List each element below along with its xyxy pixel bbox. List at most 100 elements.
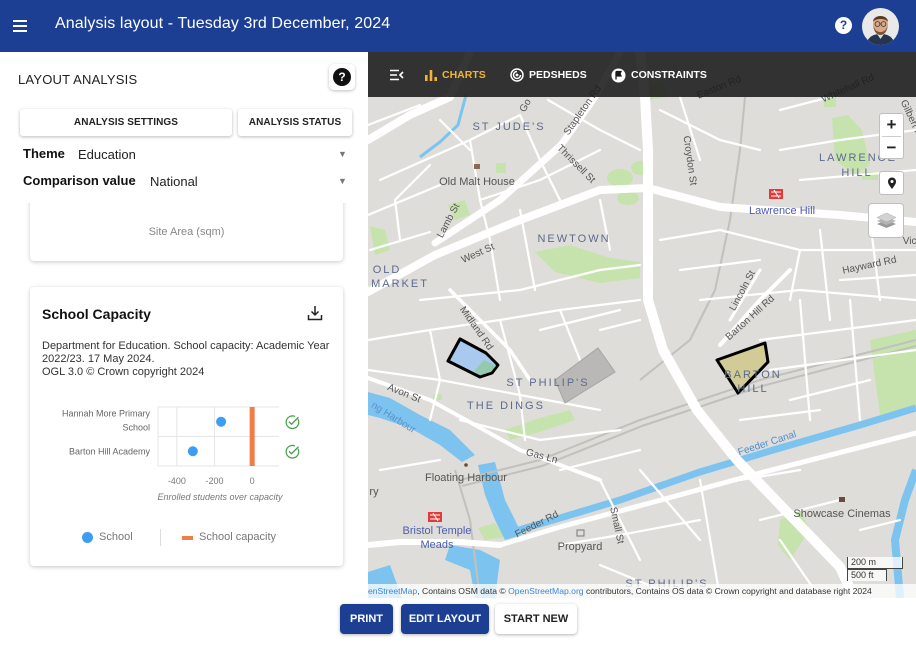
legend-label: School	[99, 531, 133, 543]
map-label: ST PHILIP'S	[506, 377, 589, 389]
tick-label: 0	[250, 476, 255, 486]
data-point	[187, 446, 198, 457]
attribution-text: contributors, Contains OS data © Crown c…	[583, 586, 872, 596]
map-label: Meads	[420, 539, 454, 551]
map-label: NEWTOWN	[537, 233, 610, 245]
comparison-value: National	[150, 174, 198, 189]
map-label: HILL	[737, 383, 768, 395]
license-text: OGL 3.0 © Crown copyright 2024	[42, 366, 205, 378]
zoom-out-button[interactable]: −	[880, 137, 903, 158]
download-icon[interactable]	[307, 305, 323, 321]
panel-help-button[interactable]: ?	[329, 64, 355, 90]
map-label: Floating Harbour	[425, 472, 507, 484]
train-station-icon	[428, 512, 442, 522]
map-label: OLD	[373, 264, 402, 276]
tab-constraints[interactable]: CONSTRAINTS	[611, 66, 707, 84]
map-toolbar: CHARTS PEDSHEDS CONSTRAINTS	[368, 52, 916, 97]
x-axis-label: Enrolled students over capacity	[157, 492, 283, 502]
map-label: ST JUDE'S	[472, 121, 545, 133]
menu-icon[interactable]	[13, 17, 29, 33]
map-label: ry	[369, 486, 379, 498]
card-title: School Capacity	[42, 306, 151, 322]
map-label: MARKET	[371, 278, 429, 290]
map-label: HILL	[841, 167, 872, 179]
legend-dot-icon	[82, 532, 93, 543]
tab-label: CONSTRAINTS	[631, 69, 707, 81]
check-circle-icon	[285, 415, 300, 430]
comparison-label: Comparison value	[23, 173, 136, 188]
osm-link[interactable]: enStreetMap	[368, 586, 417, 596]
map[interactable]: ST JUDE'S Old Malt House Lamb St West St…	[368, 52, 916, 598]
panel-title: LAYOUT ANALYSIS	[18, 72, 138, 87]
help-icon: ?	[333, 68, 351, 86]
data-point	[216, 416, 227, 427]
start-new-button[interactable]: START NEW	[495, 604, 577, 634]
map-label: Bristol Temple	[403, 525, 472, 537]
map-label: Showcase Cinemas	[793, 508, 891, 520]
map-canvas[interactable]: ST JUDE'S Old Malt House Lamb St West St…	[368, 52, 916, 598]
map-label: BARTON	[724, 369, 781, 381]
osm-org-link[interactable]: OpenStreetMap.org	[508, 586, 583, 596]
pedshed-icon	[510, 68, 524, 82]
map-label: Lawrence Hill	[749, 205, 815, 217]
theme-select[interactable]: Theme Education ▼	[23, 146, 353, 164]
category-label: Barton Hill Academy	[69, 446, 151, 456]
layers-icon	[876, 212, 897, 228]
menu-open-icon[interactable]	[390, 68, 404, 81]
zoom-in-button[interactable]: +	[880, 114, 903, 136]
tab-label: PEDSHEDS	[529, 69, 587, 81]
map-label: Vict	[903, 236, 916, 247]
map-label: THE DINGS	[467, 400, 545, 412]
chevron-down-icon: ▼	[338, 176, 347, 186]
analysis-panel: LAYOUT ANALYSIS ? ANALYSIS SETTINGS ANAL…	[0, 52, 368, 602]
legend-label: School capacity	[199, 531, 277, 543]
capacity-line	[249, 407, 255, 466]
train-station-icon	[769, 189, 783, 199]
location-pin-icon	[888, 177, 896, 189]
theme-value: Education	[78, 147, 136, 162]
bar-chart-icon	[425, 70, 437, 81]
scale-imperial: 500 ft	[847, 569, 887, 581]
print-button[interactable]: PRINT	[340, 604, 393, 634]
zoom-control: + −	[879, 113, 904, 159]
comparison-value-select[interactable]: Comparison value National ▼	[23, 173, 353, 191]
layers-button[interactable]	[868, 203, 904, 238]
tick-label: -400	[168, 476, 186, 486]
page-title: Analysis layout - Tuesday 3rd December, …	[55, 15, 391, 32]
locate-button[interactable]	[879, 171, 904, 195]
user-avatar[interactable]	[862, 8, 899, 45]
legend-bar-icon	[182, 536, 193, 540]
tab-charts[interactable]: CHARTS	[425, 66, 486, 84]
map-attribution: enStreetMap, Contains OSM data © OpenStr…	[368, 584, 916, 598]
tick-label: -200	[205, 476, 223, 486]
edit-layout-button[interactable]: EDIT LAYOUT	[401, 604, 489, 634]
map-label: Propyard	[558, 541, 603, 553]
app-header: Analysis layout - Tuesday 3rd December, …	[0, 0, 916, 52]
check-mark-icon	[288, 446, 299, 455]
analysis-status-button[interactable]: ANALYSIS STATUS	[238, 109, 352, 136]
chart-legend: School School capacity	[82, 529, 322, 546]
theme-label: Theme	[23, 146, 65, 161]
chevron-down-icon: ▼	[338, 149, 347, 159]
source-text: Department for Education. School capacit…	[42, 340, 330, 365]
legend-divider	[160, 529, 161, 546]
check-circle-icon	[285, 444, 300, 459]
cinema-icon	[839, 497, 845, 502]
tab-label: CHARTS	[442, 69, 486, 81]
card-subtitle: Site Area (sqm)	[148, 226, 225, 238]
pub-icon	[474, 164, 480, 169]
tab-pedsheds[interactable]: PEDSHEDS	[510, 66, 587, 84]
constraints-icon	[611, 68, 626, 82]
map-label: Old Malt House	[439, 176, 515, 188]
school-capacity-chart: -400 -200 0 Enrolled students over capacity…	[62, 406, 300, 502]
data-source: Department for Education. School capacit…	[42, 340, 334, 379]
check-mark-icon	[288, 416, 299, 426]
scale-metric: 200 m	[847, 557, 903, 569]
help-icon[interactable]: ?	[835, 17, 852, 34]
analysis-settings-button[interactable]: ANALYSIS SETTINGS	[20, 109, 232, 136]
category-label: Hannah More Primary	[62, 408, 151, 418]
poi-dot-icon	[464, 463, 468, 467]
category-label: School	[122, 422, 150, 432]
site-area-card: Site Area (sqm)	[30, 203, 343, 261]
attribution-text: , Contains OSM data ©	[417, 586, 509, 596]
